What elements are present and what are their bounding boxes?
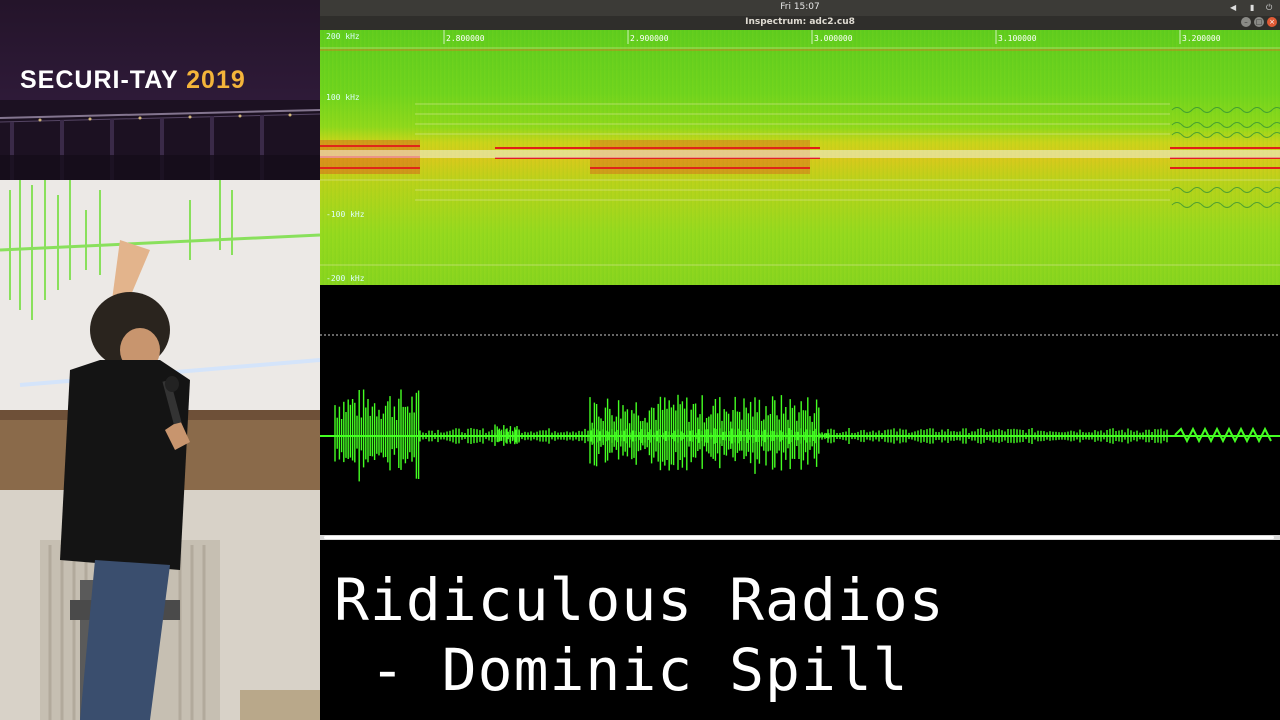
time-label: 2.900000 — [630, 34, 669, 43]
network-icon[interactable]: ◀ — [1230, 3, 1239, 12]
time-label: 3.000000 — [814, 34, 853, 43]
bridge-illustration — [0, 100, 320, 180]
speaker-panel: SECURI-TAY 2019 — [0, 0, 320, 720]
conference-title: SECURI-TAY 2019 — [20, 66, 246, 95]
window-title: Inspectrum: adc2.cu8 — [745, 17, 855, 27]
maximize-icon[interactable]: □ — [1254, 17, 1264, 27]
time-axis: 2.800000 2.900000 3.000000 3.100000 3.20… — [320, 30, 1280, 44]
window-title-bar: Inspectrum: adc2.cu8 — [320, 16, 1280, 30]
freq-label: -200 kHz — [326, 274, 365, 283]
power-icon[interactable]: ⏻ — [1266, 3, 1275, 12]
time-label: 3.200000 — [1182, 34, 1221, 43]
conference-year: 2019 — [186, 66, 246, 94]
battery-icon[interactable]: ▮ — [1250, 3, 1259, 12]
freq-label: 200 kHz — [326, 32, 360, 41]
close-icon[interactable]: × — [1267, 17, 1277, 27]
time-label: 3.100000 — [998, 34, 1037, 43]
speaker-scene — [0, 180, 320, 720]
amplitude-waveform — [320, 334, 1280, 482]
conference-name: SECURI-TAY — [20, 66, 179, 94]
speaker-camera-view — [0, 180, 320, 720]
amplitude-plot[interactable] — [320, 285, 1280, 535]
scrollbar-thumb[interactable] — [324, 536, 1274, 539]
conference-banner: SECURI-TAY 2019 — [0, 0, 320, 180]
talk-caption: Ridiculous Radios - Dominic Spill — [320, 540, 1280, 720]
system-top-bar: Fri 15:07 ◀ ▮ ⏻ — [320, 0, 1280, 16]
speaker-name: - Dominic Spill — [334, 636, 909, 704]
talk-title: Ridiculous Radios — [334, 566, 945, 634]
inspectrum-window: Fri 15:07 ◀ ▮ ⏻ Inspectrum: adc2.cu8 – □… — [320, 0, 1280, 540]
waterfall-traces — [320, 30, 1280, 266]
system-clock[interactable]: Fri 15:07 — [320, 2, 1280, 12]
freq-label: -100 kHz — [326, 210, 365, 219]
freq-label: 100 kHz — [326, 93, 360, 102]
spectrogram-view[interactable]: 2.800000 2.900000 3.000000 3.100000 3.20… — [320, 30, 1280, 285]
minimize-icon[interactable]: – — [1241, 17, 1251, 27]
time-label: 2.800000 — [446, 34, 485, 43]
